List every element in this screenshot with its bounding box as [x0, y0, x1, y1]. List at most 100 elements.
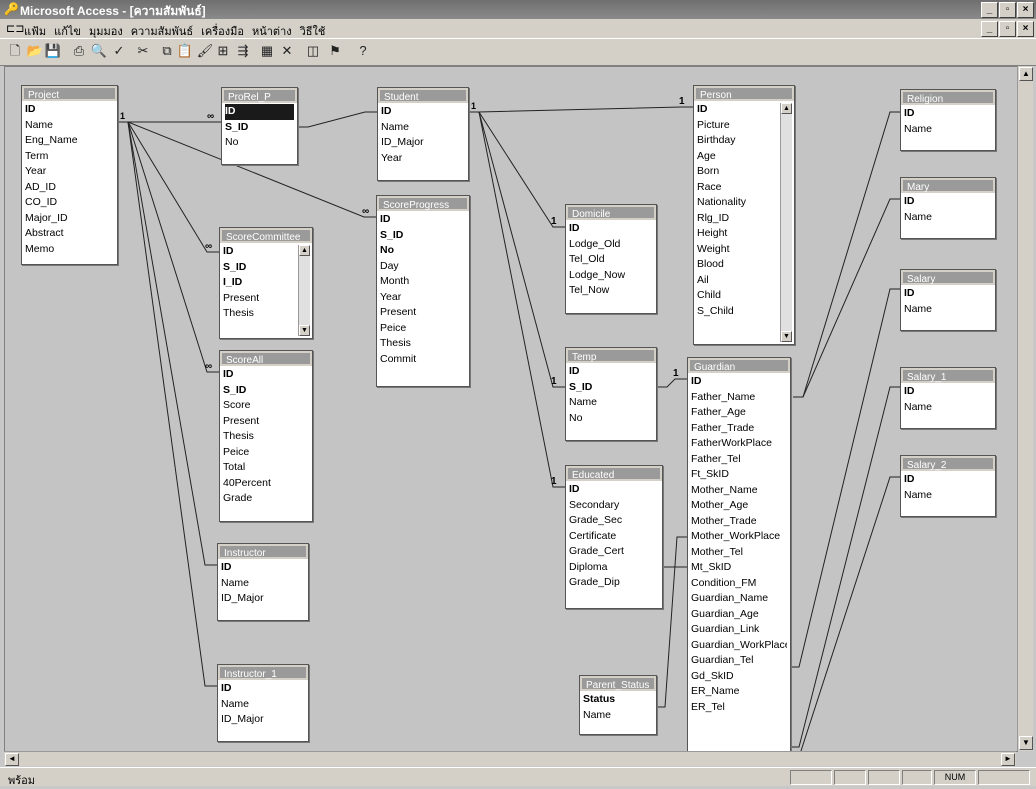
field-item[interactable]: ID — [569, 364, 653, 380]
table-title[interactable]: ScoreProgress — [377, 196, 469, 211]
field-item[interactable]: Name — [904, 122, 992, 138]
field-item[interactable]: Commit — [380, 352, 466, 368]
field-item[interactable]: Thesis — [223, 429, 309, 445]
table-title[interactable]: Instructor — [218, 544, 308, 559]
relationship-line[interactable] — [789, 288, 900, 668]
spelling-icon[interactable]: ✓ — [110, 42, 128, 60]
cut-icon[interactable]: ✂ — [134, 42, 152, 60]
vertical-scrollbar[interactable]: ▲ ▼ — [1017, 66, 1033, 751]
field-item[interactable]: Mother_Tel — [691, 545, 787, 561]
field-item[interactable]: Name — [221, 697, 305, 713]
field-item[interactable]: ID — [223, 367, 309, 383]
scroll-down-icon[interactable]: ▼ — [299, 325, 310, 336]
table-title[interactable]: Salary_2 — [901, 456, 995, 471]
field-item[interactable]: Grade — [223, 491, 309, 507]
table-scrollbar[interactable]: ▲ ▼ — [780, 103, 792, 342]
field-item[interactable]: FatherWorkPlace — [691, 436, 787, 452]
table-title[interactable]: Temp — [566, 348, 656, 363]
table-scoreprogress[interactable]: ScoreProgress ID S_ID No Day Month Year Present… — [376, 195, 470, 387]
field-item[interactable]: Year — [380, 290, 466, 306]
field-item[interactable]: Tel_Old — [569, 252, 653, 268]
field-item[interactable]: Month — [380, 274, 466, 290]
field-item[interactable]: S_ID — [225, 120, 294, 136]
open-icon[interactable]: 📂 — [26, 42, 44, 60]
table-domicile[interactable]: Domicile ID Lodge_Old Tel_Old Lodge_Now Tel_N… — [565, 204, 657, 314]
save-icon[interactable]: 💾 — [44, 42, 62, 60]
field-item[interactable]: ID — [380, 212, 466, 228]
field-item[interactable]: Name — [904, 210, 992, 226]
field-item[interactable]: Gd_SkID — [691, 669, 787, 685]
field-item[interactable]: Abstract — [25, 226, 114, 242]
table-title[interactable]: ScoreAll — [220, 351, 312, 366]
field-item[interactable]: Father_Age — [691, 405, 787, 421]
field-item[interactable]: S_ID — [569, 380, 653, 396]
relationships-canvas[interactable]: 1 ∞ ∞ ∞ ∞ 1 1 1 1 1 1 Project ID Name Eng_Name Term Yea… — [4, 66, 1018, 752]
field-item[interactable]: Blood — [697, 257, 791, 273]
field-item[interactable]: Secondary — [569, 498, 659, 514]
table-instructor1[interactable]: Instructor_1 ID Name ID_Major — [217, 664, 309, 742]
scroll-up-icon[interactable]: ▲ — [299, 245, 310, 256]
table-title[interactable]: Person — [694, 86, 794, 101]
scroll-up-icon[interactable]: ▲ — [1019, 67, 1033, 81]
relationship-line[interactable] — [789, 476, 900, 751]
field-item[interactable]: Name — [904, 400, 992, 416]
table-religion[interactable]: Religion ID Name — [900, 89, 996, 151]
table-instructor[interactable]: Instructor ID Name ID_Major — [217, 543, 309, 621]
field-item[interactable]: Race — [697, 180, 791, 196]
field-item[interactable]: ID — [223, 244, 309, 260]
field-item[interactable]: Present — [223, 414, 309, 430]
field-item[interactable]: Mt_SkID — [691, 560, 787, 576]
field-item[interactable]: Weight — [697, 242, 791, 258]
table-student[interactable]: Student ID Name ID_Major Year — [377, 87, 469, 181]
field-item[interactable]: Guardian_Age — [691, 607, 787, 623]
field-item[interactable]: Mother_WorkPlace — [691, 529, 787, 545]
field-item[interactable]: Father_Trade — [691, 421, 787, 437]
show-table-icon[interactable]: ⊞ — [214, 42, 232, 60]
field-item[interactable]: Term — [25, 149, 114, 165]
field-item[interactable]: Nationality — [697, 195, 791, 211]
field-item[interactable]: Age — [697, 149, 791, 165]
field-item[interactable]: Peice — [380, 321, 466, 337]
field-item[interactable]: ID — [904, 384, 992, 400]
table-title[interactable]: Parent_Status — [580, 676, 656, 691]
field-item[interactable]: Guardian_Name — [691, 591, 787, 607]
minimize-button[interactable]: _ — [981, 2, 998, 18]
mdi-restore-button[interactable]: ▫ — [999, 21, 1016, 37]
field-item[interactable]: Father_Name — [691, 390, 787, 406]
table-title[interactable]: Salary — [901, 270, 995, 285]
mdi-close-button[interactable]: × — [1017, 21, 1034, 37]
table-educated[interactable]: Educated ID Secondary Grade_Sec Certificate G… — [565, 465, 663, 609]
field-item[interactable]: Tel_Now — [569, 283, 653, 299]
help-icon[interactable]: ? — [354, 42, 372, 60]
field-item[interactable]: Grade_Dip — [569, 575, 659, 591]
field-item[interactable]: ID — [25, 102, 114, 118]
field-item[interactable]: Guardian_WorkPlace — [691, 638, 787, 654]
table-parentstatus[interactable]: Parent_Status Status Name — [579, 675, 657, 735]
field-item[interactable]: S_ID — [223, 260, 309, 276]
table-salary[interactable]: Salary ID Name — [900, 269, 996, 331]
table-title[interactable]: Project — [22, 86, 117, 101]
field-item[interactable]: Condition_FM — [691, 576, 787, 592]
field-item[interactable]: Lodge_Now — [569, 268, 653, 284]
field-item[interactable]: Diploma — [569, 560, 659, 576]
field-item[interactable]: ID — [904, 106, 992, 122]
field-item[interactable]: Thesis — [223, 306, 309, 322]
field-item[interactable]: ER_Tel — [691, 700, 787, 716]
table-title[interactable]: Educated — [566, 466, 662, 481]
field-item[interactable]: ID — [904, 286, 992, 302]
field-item[interactable]: Name — [583, 708, 653, 724]
relationship-line[interactable] — [467, 111, 565, 388]
copy-icon[interactable]: ⧉ — [158, 42, 176, 60]
field-item[interactable]: Memo — [25, 242, 114, 258]
table-mary[interactable]: Mary ID Name — [900, 177, 996, 239]
table-title[interactable]: Mary — [901, 178, 995, 193]
field-item[interactable]: No — [225, 135, 294, 151]
field-item[interactable]: ID_Major — [221, 591, 305, 607]
table-title[interactable]: Salary_1 — [901, 368, 995, 383]
relationship-line[interactable] — [793, 198, 900, 398]
relationship-line[interactable] — [467, 111, 565, 228]
office-links-icon[interactable]: ⚑ — [326, 42, 344, 60]
field-item[interactable]: I_ID — [223, 275, 309, 291]
field-item[interactable]: Grade_Sec — [569, 513, 659, 529]
field-item[interactable]: Eng_Name — [25, 133, 114, 149]
